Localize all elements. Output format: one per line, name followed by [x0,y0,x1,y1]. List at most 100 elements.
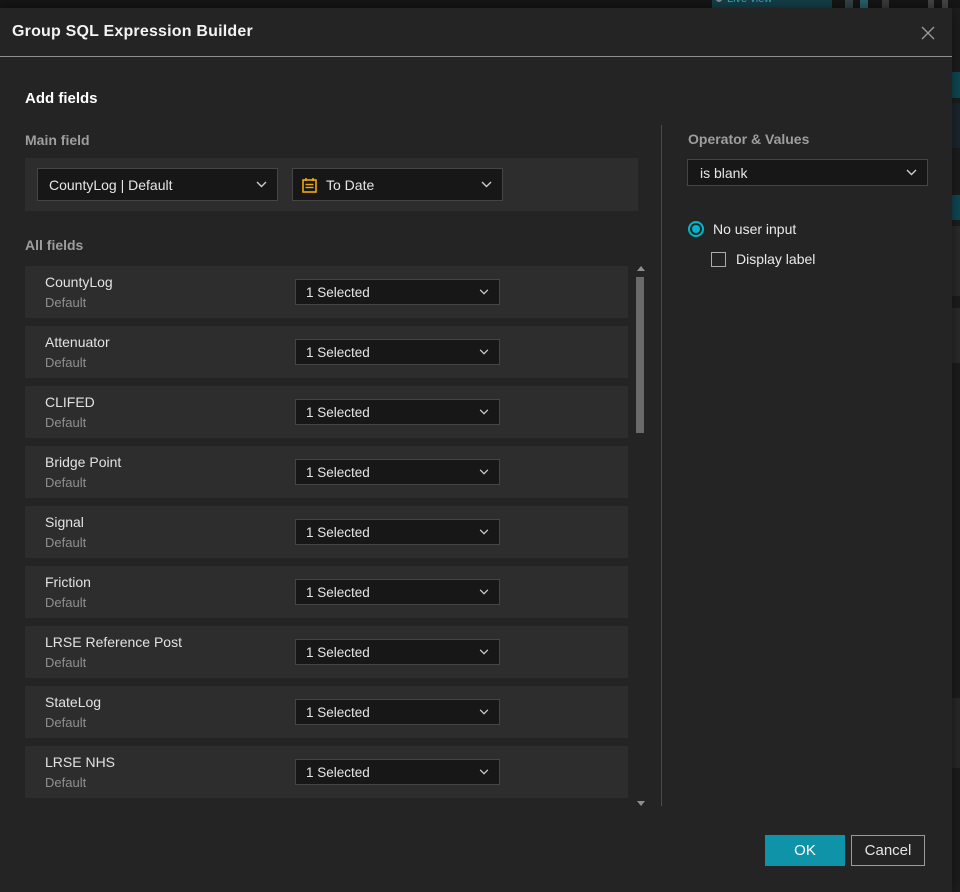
background-toolbar-fragment [882,0,889,8]
field-selection-dropdown[interactable]: 1 Selected [295,639,500,665]
field-subtitle: Default [45,595,87,610]
cancel-button[interactable]: Cancel [851,835,925,866]
field-selection-dropdown[interactable]: 1 Selected [295,759,500,785]
scrollbar-down-arrow-icon[interactable] [637,801,645,806]
no-user-input-label: No user input [713,221,797,237]
selection-count: 1 Selected [306,764,370,780]
selection-count: 1 Selected [306,404,370,420]
main-field-label: Main field [25,132,90,148]
background-edge-fragment [952,308,960,363]
background-edge-fragment [952,195,960,220]
field-name: Friction [45,574,91,590]
live-view-button: Live view [712,0,832,8]
display-label-text: Display label [736,251,816,267]
radio-selected-icon [688,221,704,237]
background-edge-fragment [952,226,960,296]
field-selection-dropdown[interactable]: 1 Selected [295,399,500,425]
field-subtitle: Default [45,775,87,790]
main-field-select[interactable]: CountyLog | Default [37,168,278,201]
field-row-signal: Signal Default 1 Selected [25,506,628,558]
operator-values-label: Operator & Values [688,131,810,147]
live-indicator-dot [716,0,722,2]
field-selection-dropdown[interactable]: 1 Selected [295,279,500,305]
all-fields-label: All fields [25,237,84,253]
field-selection-dropdown[interactable]: 1 Selected [295,459,500,485]
group-sql-expression-builder-dialog: Group SQL Expression Builder Add fields … [0,8,952,892]
field-subtitle: Default [45,715,87,730]
operator-select-value: is blank [700,164,748,181]
chevron-down-icon [256,181,267,188]
chevron-down-icon [479,649,489,655]
field-row-attenuator: Attenuator Default 1 Selected [25,326,628,378]
chevron-down-icon [479,289,489,295]
date-type-select[interactable]: To Date [292,168,503,201]
checkbox-unchecked-icon [711,251,726,267]
field-name: Attenuator [45,334,110,350]
chevron-down-icon [479,529,489,535]
chevron-down-icon [479,709,489,715]
chevron-down-icon [479,589,489,595]
background-toolbar-fragment [860,0,868,8]
field-selection-dropdown[interactable]: 1 Selected [295,339,500,365]
selection-count: 1 Selected [306,344,370,360]
field-name: CountyLog [45,274,113,290]
dialog-title: Group SQL Expression Builder [12,23,253,40]
fields-list-scrollbar[interactable] [634,266,646,806]
background-app-edge-strip [952,8,960,892]
field-row-lrse-reference-post: LRSE Reference Post Default 1 Selected [25,626,628,678]
selection-count: 1 Selected [306,704,370,720]
field-name: Bridge Point [45,454,122,470]
chevron-down-icon [479,349,489,355]
field-row-clifed: CLIFED Default 1 Selected [25,386,628,438]
selection-count: 1 Selected [306,584,370,600]
close-button[interactable] [916,21,940,45]
background-edge-fragment [952,698,960,768]
add-fields-heading: Add fields [25,90,98,107]
background-edge-fragment [952,72,960,98]
dialog-header: Group SQL Expression Builder [0,8,952,57]
field-row-friction: Friction Default 1 Selected [25,566,628,618]
field-subtitle: Default [45,535,87,550]
live-view-label: Live view [727,0,772,5]
field-name: CLIFED [45,394,95,410]
field-row-statelog: StateLog Default 1 Selected [25,686,628,738]
scrollbar-up-arrow-icon[interactable] [637,266,645,271]
background-toolbar-fragment [845,0,853,8]
calendar-date-icon [302,177,317,193]
date-type-select-value: To Date [326,176,375,193]
selection-count: 1 Selected [306,464,370,480]
field-subtitle: Default [45,355,87,370]
chevron-down-icon [479,409,489,415]
field-name: LRSE NHS [45,754,116,770]
background-edge-fragment [952,103,960,148]
field-name: Signal [45,514,84,530]
display-label-checkbox[interactable]: Display label [711,251,815,267]
chevron-down-icon [479,769,489,775]
main-field-row: CountyLog | Default To Date [25,158,638,211]
scrollbar-thumb[interactable] [636,277,644,433]
field-name: LRSE Reference Post [45,634,182,650]
operator-select[interactable]: is blank [687,159,928,186]
field-row-lrse-nhs: LRSE NHS Default 1 Selected [25,746,628,798]
field-row-bridge-point: Bridge Point Default 1 Selected [25,446,628,498]
field-subtitle: Default [45,475,87,490]
selection-count: 1 Selected [306,644,370,660]
no-user-input-radio[interactable]: No user input [688,221,796,237]
chevron-down-icon [906,169,917,176]
field-name: StateLog [45,694,102,710]
panel-divider [661,125,662,806]
field-selection-dropdown[interactable]: 1 Selected [295,699,500,725]
selection-count: 1 Selected [306,284,370,300]
field-selection-dropdown[interactable]: 1 Selected [295,579,500,605]
field-row-countylog: CountyLog Default 1 Selected [25,266,628,318]
field-selection-dropdown[interactable]: 1 Selected [295,519,500,545]
main-field-select-value: CountyLog | Default [49,176,173,193]
chevron-down-icon [481,181,492,188]
field-subtitle: Default [45,655,87,670]
background-app-top-strip: Live view [0,0,960,8]
field-subtitle: Default [45,295,87,310]
background-toolbar-fragment [928,0,934,8]
ok-button[interactable]: OK [765,835,845,866]
close-icon [921,26,935,40]
background-toolbar-fragment [942,0,948,8]
